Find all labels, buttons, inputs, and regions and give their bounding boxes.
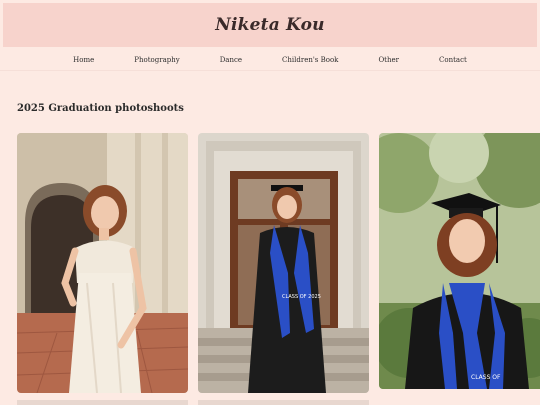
gallery-photo-next-row-2[interactable] xyxy=(198,400,369,405)
gallery-photo-white-dress[interactable] xyxy=(17,133,188,393)
photo-image: CLASS OF xyxy=(379,133,540,389)
title-banner: Niketa Kou xyxy=(3,3,537,47)
photo-image xyxy=(17,133,188,393)
nav-home[interactable]: Home xyxy=(73,56,94,64)
nav-divider xyxy=(0,70,540,71)
gallery-photo-next-row-1[interactable] xyxy=(17,400,188,405)
nav-contact[interactable]: Contact xyxy=(439,56,467,64)
gallery-photo-graduate-doors[interactable]: CLASS OF 2025 xyxy=(198,133,369,393)
main-nav: Home Photography Dance Children's Book O… xyxy=(0,50,540,70)
nav-other[interactable]: Other xyxy=(378,56,399,64)
nav-photography[interactable]: Photography xyxy=(134,56,179,64)
stole-text: CLASS OF 2025 xyxy=(282,294,321,300)
nav-childrens-book[interactable]: Children's Book xyxy=(282,56,338,64)
site-title[interactable]: Niketa Kou xyxy=(215,15,324,35)
nav-dance[interactable]: Dance xyxy=(220,56,242,64)
photo-image: CLASS OF 2025 xyxy=(198,133,369,393)
stole-text: CLASS OF xyxy=(471,374,501,381)
section-title: 2025 Graduation photoshoots xyxy=(17,103,184,114)
gallery-photo-graduate-garden[interactable]: CLASS OF xyxy=(379,133,540,389)
